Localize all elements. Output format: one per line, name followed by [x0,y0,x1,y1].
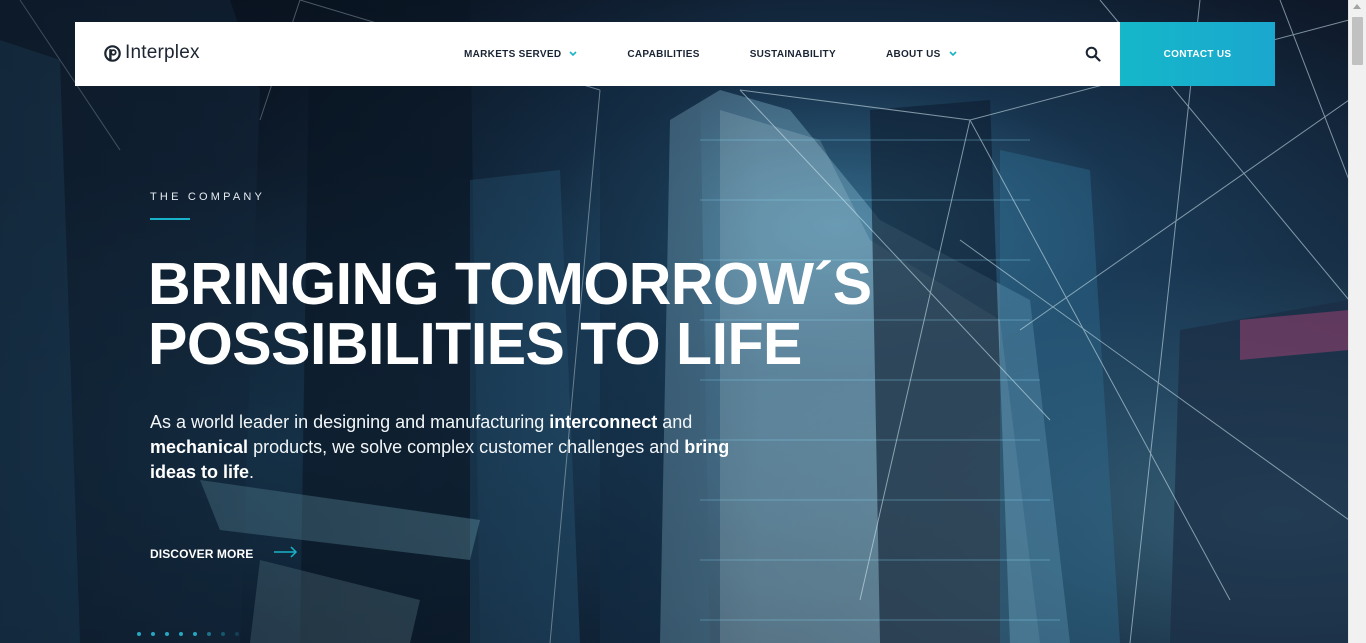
indicator-dot [193,632,197,636]
indicator-dot [165,632,169,636]
nav-capabilities-label: CAPABILITIES [627,48,700,60]
nav-markets-served[interactable]: MARKETS SERVED [464,49,577,60]
scroll-up-icon[interactable] [1353,4,1361,9]
main-nav: MARKETS SERVED CAPABILITIES SUSTAINABILI… [464,22,1007,86]
headline-line-2: POSSIBILITIES TO LIFE [148,311,802,377]
nav-sustainability-label: SUSTAINABILITY [749,48,836,60]
indicator-dot [179,632,183,636]
top-navbar: Interplex MARKETS SERVED CAPABILITIES SU… [75,22,1275,86]
nav-markets-served-label: MARKETS SERVED [464,48,562,60]
page-scrollbar[interactable] [1348,0,1366,643]
chevron-down-icon [569,49,577,60]
intro-text-4: . [249,462,255,482]
nav-about-us[interactable]: ABOUT US [886,49,957,60]
headline-line-1: BRINGING TOMORROW´S [148,251,872,317]
nav-about-us-label: ABOUT US [885,48,941,60]
hero-headline: BRINGING TOMORROW´S POSSIBILITIES TO LIF… [148,254,908,374]
interplex-logo-icon [104,44,121,62]
hero-intro: As a world leader in designing and manuf… [150,410,740,485]
nav-capabilities[interactable]: CAPABILITIES [627,49,699,60]
intro-bold-interconnect: interconnect [549,412,658,432]
search-icon[interactable] [1085,46,1101,62]
intro-text-2: and [657,412,693,432]
brand-logo[interactable]: Interplex [104,42,200,64]
indicator-dot [151,632,155,636]
scroll-indicator-dots [137,632,249,636]
scrollbar-thumb[interactable] [1352,17,1363,65]
intro-text-3: products, we solve complex customer chal… [248,437,685,457]
brand-name: Interplex [125,42,200,63]
hero-eyebrow: THE COMPANY [150,191,266,203]
indicator-dot [235,632,239,636]
contact-us-button[interactable]: CONTACT US [1120,22,1275,86]
nav-sustainability[interactable]: SUSTAINABILITY [750,49,836,60]
indicator-dot [221,632,225,636]
discover-more-link[interactable]: DISCOVER MORE [150,545,298,563]
indicator-dot [207,632,211,636]
chevron-down-icon [948,49,957,60]
arrow-right-icon [274,545,298,563]
intro-bold-mechanical: mechanical [150,437,249,457]
discover-more-label: DISCOVER MORE [150,547,254,561]
intro-text-1: As a world leader in designing and manuf… [150,412,550,432]
eyebrow-divider [150,218,190,220]
indicator-dot [137,632,141,636]
